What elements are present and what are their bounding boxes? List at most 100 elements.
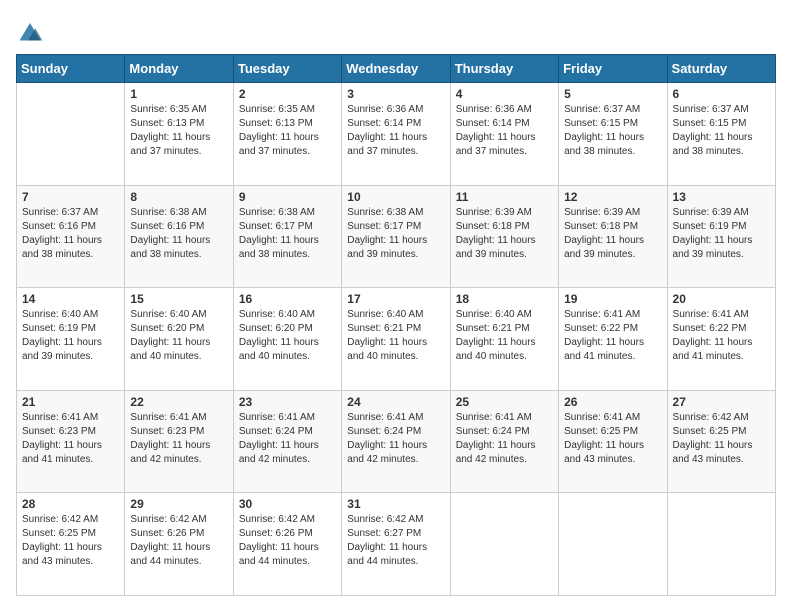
day-number: 28 <box>22 497 119 511</box>
day-number: 22 <box>130 395 227 409</box>
cell-info: Sunrise: 6:42 AMSunset: 6:25 PMDaylight:… <box>673 411 770 467</box>
weekday-header: Wednesday <box>342 55 450 83</box>
cell-info: Sunrise: 6:41 AMSunset: 6:25 PMDaylight:… <box>564 411 661 467</box>
calendar-cell: 13 Sunrise: 6:39 AMSunset: 6:19 PMDayligh… <box>667 185 775 288</box>
day-number: 1 <box>130 87 227 101</box>
cell-info: Sunrise: 6:37 AMSunset: 6:15 PMDaylight:… <box>673 103 770 159</box>
day-number: 12 <box>564 190 661 204</box>
calendar-cell: 20 Sunrise: 6:41 AMSunset: 6:22 PMDayligh… <box>667 288 775 391</box>
cell-info: Sunrise: 6:41 AMSunset: 6:22 PMDaylight:… <box>564 308 661 364</box>
cell-info: Sunrise: 6:41 AMSunset: 6:24 PMDaylight:… <box>456 411 553 467</box>
day-number: 27 <box>673 395 770 409</box>
cell-info: Sunrise: 6:42 AMSunset: 6:26 PMDaylight:… <box>130 513 227 569</box>
day-number: 16 <box>239 292 336 306</box>
day-number: 20 <box>673 292 770 306</box>
calendar-cell: 2 Sunrise: 6:35 AMSunset: 6:13 PMDaylight… <box>233 83 341 186</box>
cell-info: Sunrise: 6:41 AMSunset: 6:24 PMDaylight:… <box>347 411 444 467</box>
cell-info: Sunrise: 6:38 AMSunset: 6:16 PMDaylight:… <box>130 206 227 262</box>
calendar-week-row: 28 Sunrise: 6:42 AMSunset: 6:25 PMDayligh… <box>17 493 776 596</box>
weekday-header: Sunday <box>17 55 125 83</box>
cell-info: Sunrise: 6:41 AMSunset: 6:24 PMDaylight:… <box>239 411 336 467</box>
day-number: 4 <box>456 87 553 101</box>
calendar-week-row: 14 Sunrise: 6:40 AMSunset: 6:19 PMDayligh… <box>17 288 776 391</box>
day-number: 10 <box>347 190 444 204</box>
cell-info: Sunrise: 6:35 AMSunset: 6:13 PMDaylight:… <box>130 103 227 159</box>
calendar-cell <box>559 493 667 596</box>
calendar-cell: 12 Sunrise: 6:39 AMSunset: 6:18 PMDayligh… <box>559 185 667 288</box>
day-number: 25 <box>456 395 553 409</box>
calendar-cell <box>450 493 558 596</box>
calendar-week-row: 21 Sunrise: 6:41 AMSunset: 6:23 PMDayligh… <box>17 390 776 493</box>
cell-info: Sunrise: 6:39 AMSunset: 6:18 PMDaylight:… <box>456 206 553 262</box>
day-number: 13 <box>673 190 770 204</box>
day-number: 6 <box>673 87 770 101</box>
day-number: 9 <box>239 190 336 204</box>
day-number: 30 <box>239 497 336 511</box>
cell-info: Sunrise: 6:38 AMSunset: 6:17 PMDaylight:… <box>239 206 336 262</box>
calendar-cell: 31 Sunrise: 6:42 AMSunset: 6:27 PMDayligh… <box>342 493 450 596</box>
page: SundayMondayTuesdayWednesdayThursdayFrid… <box>0 0 792 612</box>
day-number: 11 <box>456 190 553 204</box>
header <box>16 16 776 44</box>
cell-info: Sunrise: 6:42 AMSunset: 6:26 PMDaylight:… <box>239 513 336 569</box>
cell-info: Sunrise: 6:42 AMSunset: 6:25 PMDaylight:… <box>22 513 119 569</box>
cell-info: Sunrise: 6:38 AMSunset: 6:17 PMDaylight:… <box>347 206 444 262</box>
day-number: 31 <box>347 497 444 511</box>
day-number: 2 <box>239 87 336 101</box>
calendar-cell: 15 Sunrise: 6:40 AMSunset: 6:20 PMDayligh… <box>125 288 233 391</box>
day-number: 23 <box>239 395 336 409</box>
day-number: 5 <box>564 87 661 101</box>
cell-info: Sunrise: 6:35 AMSunset: 6:13 PMDaylight:… <box>239 103 336 159</box>
calendar-cell: 5 Sunrise: 6:37 AMSunset: 6:15 PMDaylight… <box>559 83 667 186</box>
calendar-cell <box>667 493 775 596</box>
cell-info: Sunrise: 6:40 AMSunset: 6:20 PMDaylight:… <box>130 308 227 364</box>
weekday-header: Thursday <box>450 55 558 83</box>
weekday-header: Friday <box>559 55 667 83</box>
calendar-header-row: SundayMondayTuesdayWednesdayThursdayFrid… <box>17 55 776 83</box>
logo <box>16 16 48 44</box>
day-number: 8 <box>130 190 227 204</box>
calendar-cell: 19Sunrise: 6:41 AMSunset: 6:22 PMDayligh… <box>559 288 667 391</box>
day-number: 17 <box>347 292 444 306</box>
cell-info: Sunrise: 6:36 AMSunset: 6:14 PMDaylight:… <box>347 103 444 159</box>
calendar-cell: 18Sunrise: 6:40 AMSunset: 6:21 PMDayligh… <box>450 288 558 391</box>
day-number: 15 <box>130 292 227 306</box>
calendar-cell: 1 Sunrise: 6:35 AMSunset: 6:13 PMDaylight… <box>125 83 233 186</box>
day-number: 14 <box>22 292 119 306</box>
weekday-header: Tuesday <box>233 55 341 83</box>
weekday-header: Saturday <box>667 55 775 83</box>
calendar-cell: 14 Sunrise: 6:40 AMSunset: 6:19 PMDayligh… <box>17 288 125 391</box>
day-number: 26 <box>564 395 661 409</box>
cell-info: Sunrise: 6:39 AMSunset: 6:18 PMDaylight:… <box>564 206 661 262</box>
calendar-table: SundayMondayTuesdayWednesdayThursdayFrid… <box>16 54 776 596</box>
calendar-cell: 23 Sunrise: 6:41 AMSunset: 6:24 PMDayligh… <box>233 390 341 493</box>
logo-icon <box>16 16 44 44</box>
calendar-cell: 17Sunrise: 6:40 AMSunset: 6:21 PMDayligh… <box>342 288 450 391</box>
cell-info: Sunrise: 6:39 AMSunset: 6:19 PMDaylight:… <box>673 206 770 262</box>
calendar-cell: 6 Sunrise: 6:37 AMSunset: 6:15 PMDaylight… <box>667 83 775 186</box>
day-number: 3 <box>347 87 444 101</box>
cell-info: Sunrise: 6:41 AMSunset: 6:22 PMDaylight:… <box>673 308 770 364</box>
cell-info: Sunrise: 6:37 AMSunset: 6:15 PMDaylight:… <box>564 103 661 159</box>
calendar-cell: 30 Sunrise: 6:42 AMSunset: 6:26 PMDayligh… <box>233 493 341 596</box>
calendar-cell: 11 Sunrise: 6:39 AMSunset: 6:18 PMDayligh… <box>450 185 558 288</box>
cell-info: Sunrise: 6:37 AMSunset: 6:16 PMDaylight:… <box>22 206 119 262</box>
calendar-cell: 24Sunrise: 6:41 AMSunset: 6:24 PMDayligh… <box>342 390 450 493</box>
cell-info: Sunrise: 6:40 AMSunset: 6:19 PMDaylight:… <box>22 308 119 364</box>
calendar-cell: 7 Sunrise: 6:37 AMSunset: 6:16 PMDaylight… <box>17 185 125 288</box>
cell-info: Sunrise: 6:41 AMSunset: 6:23 PMDaylight:… <box>130 411 227 467</box>
cell-info: Sunrise: 6:40 AMSunset: 6:21 PMDaylight:… <box>456 308 553 364</box>
day-number: 21 <box>22 395 119 409</box>
calendar-cell: 29Sunrise: 6:42 AMSunset: 6:26 PMDayligh… <box>125 493 233 596</box>
calendar-cell: 25 Sunrise: 6:41 AMSunset: 6:24 PMDayligh… <box>450 390 558 493</box>
day-number: 7 <box>22 190 119 204</box>
cell-info: Sunrise: 6:41 AMSunset: 6:23 PMDaylight:… <box>22 411 119 467</box>
cell-info: Sunrise: 6:42 AMSunset: 6:27 PMDaylight:… <box>347 513 444 569</box>
calendar-cell: 21 Sunrise: 6:41 AMSunset: 6:23 PMDayligh… <box>17 390 125 493</box>
calendar-cell <box>17 83 125 186</box>
calendar-cell: 28 Sunrise: 6:42 AMSunset: 6:25 PMDayligh… <box>17 493 125 596</box>
calendar-cell: 22 Sunrise: 6:41 AMSunset: 6:23 PMDayligh… <box>125 390 233 493</box>
cell-info: Sunrise: 6:40 AMSunset: 6:20 PMDaylight:… <box>239 308 336 364</box>
calendar-cell: 10 Sunrise: 6:38 AMSunset: 6:17 PMDayligh… <box>342 185 450 288</box>
weekday-header: Monday <box>125 55 233 83</box>
